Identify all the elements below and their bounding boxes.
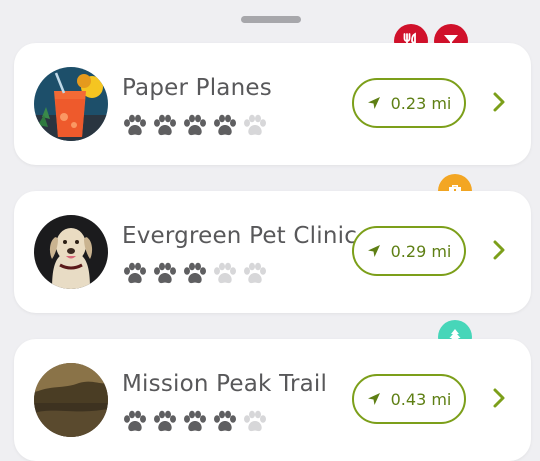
distance-label: 0.43 mi	[390, 389, 452, 409]
paw-icon	[244, 114, 266, 136]
paw-icon	[154, 262, 176, 284]
place-name: Mission Peak Trail	[122, 371, 328, 397]
paw-icon	[184, 114, 206, 136]
paw-icon	[244, 410, 266, 432]
paw-icon	[184, 410, 206, 432]
paw-icon	[244, 262, 266, 284]
place-name: Evergreen Pet Clinic	[122, 223, 358, 249]
place-avatar	[34, 215, 108, 289]
place-name: Paper Planes	[122, 75, 272, 101]
paw-rating	[122, 262, 268, 288]
place-card[interactable]: Paper Planes 0.23 mi	[14, 43, 531, 165]
navigation-arrow-icon	[367, 97, 380, 109]
paw-icon	[124, 262, 146, 284]
chevron-right-icon[interactable]	[490, 387, 508, 409]
distance-label: 0.23 mi	[390, 93, 452, 113]
distance-button[interactable]: 0.23 mi	[352, 78, 466, 128]
paw-icon	[124, 114, 146, 136]
distance-button[interactable]: 0.43 mi	[352, 374, 466, 424]
place-card[interactable]: Mission Peak Trail 0.43 mi	[14, 339, 531, 461]
paw-icon	[124, 410, 146, 432]
paw-rating	[122, 114, 268, 140]
paw-rating	[122, 410, 268, 436]
place-avatar	[34, 363, 108, 437]
paw-icon	[214, 262, 236, 284]
paw-icon	[214, 114, 236, 136]
paw-icon	[184, 262, 206, 284]
place-list: Paper Planes 0.23 mi Evergreen Pet Clini…	[0, 0, 540, 461]
place-card[interactable]: Evergreen Pet Clinic 0.29 mi	[14, 191, 531, 313]
navigation-arrow-icon	[367, 393, 380, 405]
distance-button[interactable]: 0.29 mi	[352, 226, 466, 276]
place-avatar	[34, 67, 108, 141]
navigation-arrow-icon	[367, 245, 380, 257]
chevron-right-icon[interactable]	[490, 91, 508, 113]
chevron-right-icon[interactable]	[490, 239, 508, 261]
paw-icon	[154, 410, 176, 432]
paw-icon	[214, 410, 236, 432]
paw-icon	[154, 114, 176, 136]
distance-label: 0.29 mi	[390, 241, 452, 261]
